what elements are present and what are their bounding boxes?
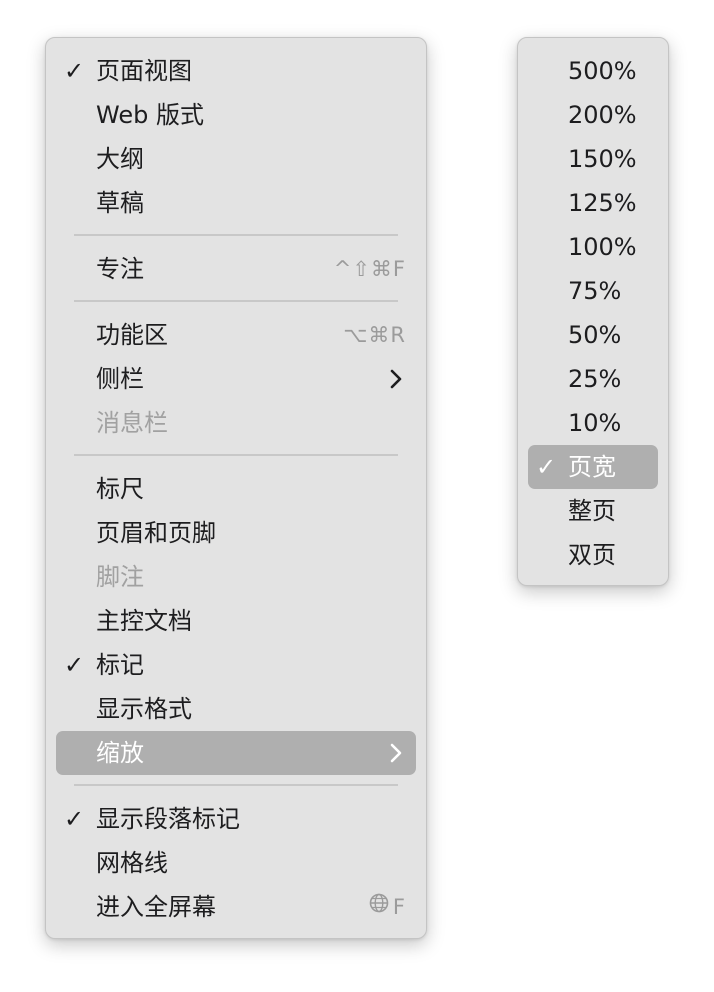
shortcut-key: F (392, 895, 406, 919)
zoom-option-100[interactable]: 100% (528, 225, 658, 269)
menu-item-label: 125% (568, 189, 637, 217)
menu-item-label: Web 版式 (96, 101, 204, 129)
menu-item-enter-full-screen[interactable]: 进入全屏幕 F (56, 885, 416, 929)
zoom-option-75[interactable]: 75% (528, 269, 658, 313)
menu-item-message-bar: 消息栏 (56, 401, 416, 445)
zoom-option-50[interactable]: 50% (528, 313, 658, 357)
menu-item-label: 标尺 (96, 475, 144, 503)
zoom-option-25[interactable]: 25% (528, 357, 658, 401)
shortcut-label: ^⇧⌘F (333, 257, 406, 281)
menu-item-label: 50% (568, 321, 622, 349)
checkmark-icon: ✓ (64, 805, 85, 833)
menu-item-label: 整页 (568, 497, 616, 525)
shortcut-label: F (369, 885, 406, 929)
zoom-option-two-pages[interactable]: 双页 (528, 533, 658, 577)
menu-item-label: 显示段落标记 (96, 805, 240, 833)
menu-item-show-formatting[interactable]: 显示格式 (56, 687, 416, 731)
zoom-option-whole-page[interactable]: 整页 (528, 489, 658, 533)
menu-item-label: 脚注 (96, 563, 144, 591)
menu-item-focus[interactable]: 专注 ^⇧⌘F (56, 247, 416, 291)
menu-item-zoom[interactable]: 缩放 (56, 731, 416, 775)
menu-item-markup[interactable]: ✓ 标记 (56, 643, 416, 687)
menu-item-show-paragraph-marks[interactable]: ✓ 显示段落标记 (56, 797, 416, 841)
menu-item-label: 75% (568, 277, 622, 305)
menu-item-label: 网格线 (96, 849, 168, 877)
menu-item-label: 侧栏 (96, 365, 144, 393)
menu-item-header-footer[interactable]: 页眉和页脚 (56, 511, 416, 555)
menu-item-web-layout[interactable]: Web 版式 (56, 93, 416, 137)
menu-item-label: 功能区 (96, 321, 168, 349)
menu-item-label: 页宽 (568, 453, 616, 481)
checkmark-icon: ✓ (536, 453, 557, 481)
globe-icon (369, 884, 389, 928)
zoom-option-page-width[interactable]: ✓ 页宽 (528, 445, 658, 489)
menu-item-label: 150% (568, 145, 637, 173)
menu-item-label: 10% (568, 409, 622, 437)
menu-item-label: 消息栏 (96, 409, 168, 437)
checkmark-icon: ✓ (64, 57, 85, 85)
menu-item-label: 进入全屏幕 (96, 893, 216, 921)
menu-item-label: 缩放 (96, 739, 144, 767)
menu-item-gridlines[interactable]: 网格线 (56, 841, 416, 885)
menu-item-ribbon[interactable]: 功能区 ⌥⌘R (56, 313, 416, 357)
zoom-option-10[interactable]: 10% (528, 401, 658, 445)
checkmark-icon: ✓ (64, 651, 85, 679)
shortcut-label: ⌥⌘R (343, 323, 406, 347)
menu-item-outline[interactable]: 大纲 (56, 137, 416, 181)
view-menu: ✓ 页面视图 Web 版式 大纲 草稿 专注 ^⇧⌘F 功能区 ⌥⌘R 侧栏 消… (45, 37, 427, 939)
menu-separator (74, 784, 398, 786)
menu-item-label: 大纲 (96, 145, 144, 173)
menu-item-footnotes: 脚注 (56, 555, 416, 599)
menu-item-label: 专注 (96, 255, 144, 283)
menu-item-sidebar[interactable]: 侧栏 (56, 357, 416, 401)
zoom-option-150[interactable]: 150% (528, 137, 658, 181)
zoom-option-125[interactable]: 125% (528, 181, 658, 225)
menu-item-label: 草稿 (96, 189, 144, 217)
menu-item-label: 200% (568, 101, 637, 129)
menu-item-page-view[interactable]: ✓ 页面视图 (56, 49, 416, 93)
menu-item-label: 主控文档 (96, 607, 192, 635)
menu-item-label: 显示格式 (96, 695, 192, 723)
menu-item-label: 页面视图 (96, 57, 192, 85)
menu-item-label: 页眉和页脚 (96, 519, 216, 547)
menu-item-label: 25% (568, 365, 622, 393)
menu-item-label: 500% (568, 57, 637, 85)
menu-item-draft[interactable]: 草稿 (56, 181, 416, 225)
menu-item-master-document[interactable]: 主控文档 (56, 599, 416, 643)
chevron-right-icon (386, 731, 406, 775)
menu-separator (74, 454, 398, 456)
menu-item-label: 标记 (96, 651, 144, 679)
chevron-right-icon (386, 357, 406, 401)
menu-item-ruler[interactable]: 标尺 (56, 467, 416, 511)
menu-separator (74, 300, 398, 302)
menu-item-label: 100% (568, 233, 637, 261)
zoom-submenu: 500% 200% 150% 125% 100% 75% 50% 25% 10%… (517, 37, 669, 586)
menu-item-label: 双页 (568, 541, 616, 569)
menu-separator (74, 234, 398, 236)
zoom-option-200[interactable]: 200% (528, 93, 658, 137)
zoom-option-500[interactable]: 500% (528, 49, 658, 93)
